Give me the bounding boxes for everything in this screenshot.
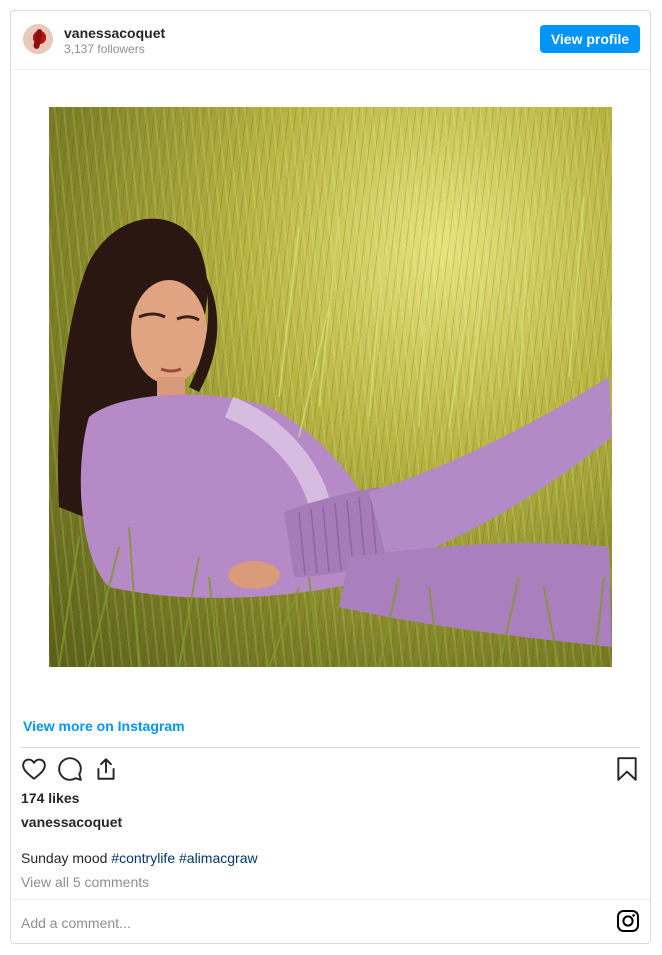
save-button[interactable] (614, 756, 640, 782)
photo-illustration (58, 196, 612, 667)
like-button[interactable] (21, 756, 47, 782)
share-icon (97, 758, 115, 780)
view-profile-button[interactable]: View profile (540, 25, 640, 53)
caption-text: Sunday mood (21, 850, 108, 866)
caption-username[interactable]: vanessacoquet (21, 814, 122, 830)
like-count[interactable]: 174 likes (21, 790, 79, 806)
post-photo[interactable] (49, 107, 612, 667)
comment-bubble-icon (58, 757, 82, 781)
divider (21, 747, 640, 748)
avatar[interactable] (23, 24, 53, 54)
instagram-embed-card: vanessacoquet 3,137 followers View profi… (10, 10, 651, 944)
add-comment-input[interactable] (21, 912, 581, 934)
hashtag-link[interactable]: #contrylife (111, 850, 175, 866)
share-button[interactable] (93, 756, 119, 782)
post-caption: Sunday mood #contrylife #alimacgraw (21, 850, 258, 866)
bookmark-icon (617, 757, 637, 781)
heart-icon (22, 758, 46, 780)
comment-button[interactable] (57, 756, 83, 782)
hashtag-link[interactable]: #alimacgraw (179, 850, 258, 866)
instagram-logo-icon[interactable] (616, 909, 640, 933)
follower-count: 3,137 followers (64, 42, 145, 56)
view-more-on-instagram-link[interactable]: View more on Instagram (23, 718, 185, 734)
view-all-comments-link[interactable]: View all 5 comments (21, 874, 149, 890)
post-header: vanessacoquet 3,137 followers View profi… (11, 11, 650, 70)
header-username[interactable]: vanessacoquet (64, 25, 165, 41)
comment-footer (11, 899, 650, 943)
